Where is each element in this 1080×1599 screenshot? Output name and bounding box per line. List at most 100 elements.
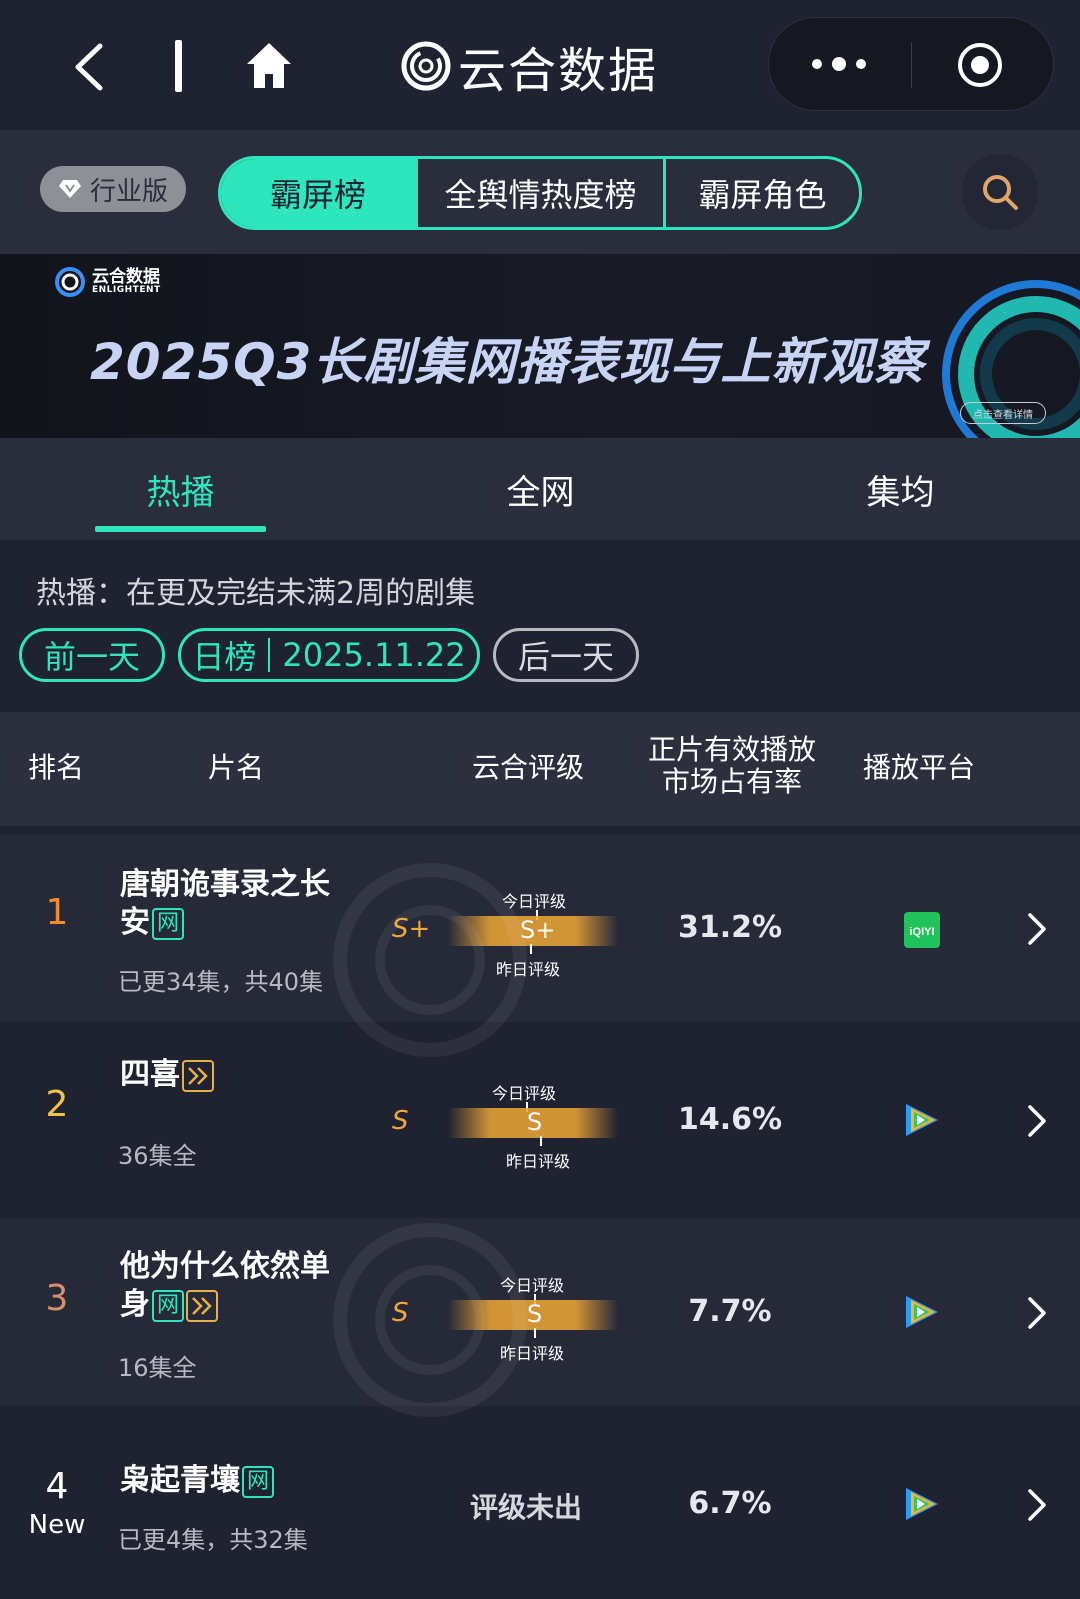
grade-bar-value: S <box>527 1108 543 1136</box>
header-share-line1: 正片有效播放 <box>647 733 816 766</box>
row-title: 他为什么依然单身网 <box>120 1248 350 1324</box>
table-header: 排名 片名 云合评级 正片有效播放 市场占有率 播放平台 <box>0 712 1080 826</box>
iqiyi-icon: iQIYI <box>904 912 940 948</box>
row-rank: 2 <box>45 1084 69 1125</box>
chevron-right-icon[interactable] <box>1026 1488 1048 1522</box>
tab-bapingbang[interactable]: 霸屏榜 <box>221 159 415 227</box>
banner-logo: 云合数据 ENLIGHTENT <box>54 266 161 298</box>
report-banner[interactable]: 云合数据 ENLIGHTENT 2025Q3长剧集网播表现与上新观察 点击查看详… <box>0 254 1080 438</box>
diamond-icon <box>58 180 81 198</box>
table-row[interactable]: 3 他为什么依然单身网 16集全 S 今日评级 S 昨日评级 7.7% <box>0 1218 1080 1406</box>
row-title-text: 枭起青壤 <box>120 1463 240 1498</box>
row-market-share: 14.6% <box>677 1102 783 1137</box>
capsule-divider <box>911 42 912 88</box>
ranking-type-tabs: 霸屏榜 全舆情热度榜 霸屏角色 <box>218 156 862 230</box>
yesterday-grade-marker <box>530 944 532 954</box>
row-title: 四喜 <box>120 1056 350 1094</box>
header-grade: 云合评级 <box>471 751 584 784</box>
date-filter: 热播：在更及完结未满2周的剧集 前一天 日榜 2025.11.22 后一天 <box>0 540 1080 712</box>
search-button[interactable] <box>962 154 1038 230</box>
row-grade: S <box>392 1298 409 1328</box>
subtab-hot[interactable]: 热播 <box>95 438 266 540</box>
prev-day-button[interactable]: 前一天 <box>19 628 165 682</box>
network-tag: 网 <box>152 1289 184 1322</box>
row-episodes: 16集全 <box>118 1354 197 1382</box>
today-grade-label: 今日评级 <box>492 1084 557 1103</box>
today-grade-label: 今日评级 <box>500 1276 565 1295</box>
row-market-share: 31.2% <box>677 910 783 945</box>
play-tag-icon <box>182 1059 214 1092</box>
search-icon <box>983 175 1018 210</box>
yesterday-grade-label: 昨日评级 <box>506 1152 571 1171</box>
header-title: 片名 <box>207 751 264 784</box>
network-tag: 网 <box>152 907 184 940</box>
selected-date: 2025.11.22 <box>282 636 466 674</box>
grade-bar-value: S+ <box>520 916 556 944</box>
row-grade: S+ <box>392 914 431 944</box>
banner-title: 2025Q3长剧集网播表现与上新观察 <box>90 333 925 391</box>
svg-text:iQIYI: iQIYI <box>909 926 934 938</box>
row-title: 枭起青壤网 <box>120 1462 350 1500</box>
play-tag-icon <box>186 1289 218 1322</box>
list-subtabs: 热播 全网 集均 <box>0 438 1080 540</box>
header-platform: 播放平台 <box>862 751 975 784</box>
row-title-text: 四喜 <box>120 1057 180 1092</box>
today-grade-label: 今日评级 <box>502 892 567 911</box>
banner-logo-cn: 云合数据 <box>92 267 160 287</box>
row-title: 唐朝诡事录之长安网 <box>120 866 350 942</box>
mini-program-titlebar: 云合数据 <box>0 0 1080 130</box>
date-selector-divider <box>268 638 271 672</box>
network-tag: 网 <box>242 1465 274 1498</box>
app-title: 云合数据 <box>458 43 659 99</box>
row-rank: 3 <box>45 1278 69 1319</box>
row-grade: S <box>392 1106 409 1136</box>
date-selector[interactable]: 日榜 2025.11.22 <box>178 628 480 682</box>
edition-label: 行业版 <box>89 176 168 207</box>
tab-public-opinion-heat[interactable]: 全舆情热度榜 <box>415 159 663 227</box>
chevron-right-icon[interactable] <box>1026 1104 1048 1138</box>
subtab-per-episode[interactable]: 集均 <box>815 438 986 540</box>
banner-cta-button[interactable]: 点击查看详情 <box>960 402 1046 424</box>
table-row[interactable]: 1 唐朝诡事录之长安网 已更34集，共40集 S+ 今日评级 S+ 昨日评级 3… <box>0 834 1080 1022</box>
yesterday-grade-marker <box>540 1136 542 1146</box>
ranking-type-bar: 行业版 霸屏榜 全舆情热度榜 霸屏角色 <box>0 130 1080 254</box>
header-rank: 排名 <box>27 751 84 784</box>
tencent-video-icon <box>906 1104 938 1136</box>
subtab-all-network[interactable]: 全网 <box>455 438 626 540</box>
tencent-video-icon <box>906 1296 938 1328</box>
tab-baping-roles[interactable]: 霸屏角色 <box>663 159 859 227</box>
more-icon[interactable] <box>809 54 869 74</box>
app-logo-icon <box>401 41 451 91</box>
target-icon[interactable] <box>957 42 1003 88</box>
row-episodes: 已更4集，共32集 <box>118 1526 308 1554</box>
yesterday-grade-label: 昨日评级 <box>496 960 561 979</box>
row-episodes: 36集全 <box>118 1142 197 1170</box>
period-label: 日榜 <box>192 638 257 676</box>
yesterday-grade-marker <box>534 1328 536 1338</box>
grade-pending: 评级未出 <box>470 1491 583 1524</box>
tencent-video-icon <box>906 1488 938 1520</box>
row-episodes: 已更34集，共40集 <box>118 968 324 996</box>
table-row[interactable]: 2 四喜 36集全 S 今日评级 S 昨日评级 14.6% <box>0 1026 1080 1214</box>
banner-logo-en: ENLIGHTENT <box>92 285 161 295</box>
subtab-active-indicator <box>95 526 266 532</box>
home-icon[interactable] <box>244 40 294 92</box>
row-rank: 4 <box>45 1466 69 1507</box>
yesterday-grade-label: 昨日评级 <box>500 1344 565 1363</box>
row-rank: 1 <box>45 892 69 933</box>
row-market-share: 7.7% <box>688 1294 772 1329</box>
mini-program-capsule <box>768 17 1054 111</box>
back-icon[interactable] <box>70 42 110 92</box>
list-description: 热播：在更及完结未满2周的剧集 <box>36 576 476 611</box>
titlebar-divider <box>175 40 182 92</box>
chevron-right-icon[interactable] <box>1026 912 1048 946</box>
table-row[interactable]: 4 New 枭起青壤网 已更4集，共32集 评级未出 6.7% <box>0 1410 1080 1598</box>
row-market-share: 6.7% <box>688 1486 772 1521</box>
next-day-button[interactable]: 后一天 <box>493 628 639 682</box>
edition-badge[interactable]: 行业版 <box>40 166 186 212</box>
chevron-right-icon[interactable] <box>1026 1296 1048 1330</box>
new-badge: New <box>28 1510 86 1540</box>
header-share-line2: 市场占有率 <box>661 765 802 798</box>
app-title-group: 云合数据 <box>400 36 658 99</box>
grade-bar-value: S <box>527 1300 543 1328</box>
